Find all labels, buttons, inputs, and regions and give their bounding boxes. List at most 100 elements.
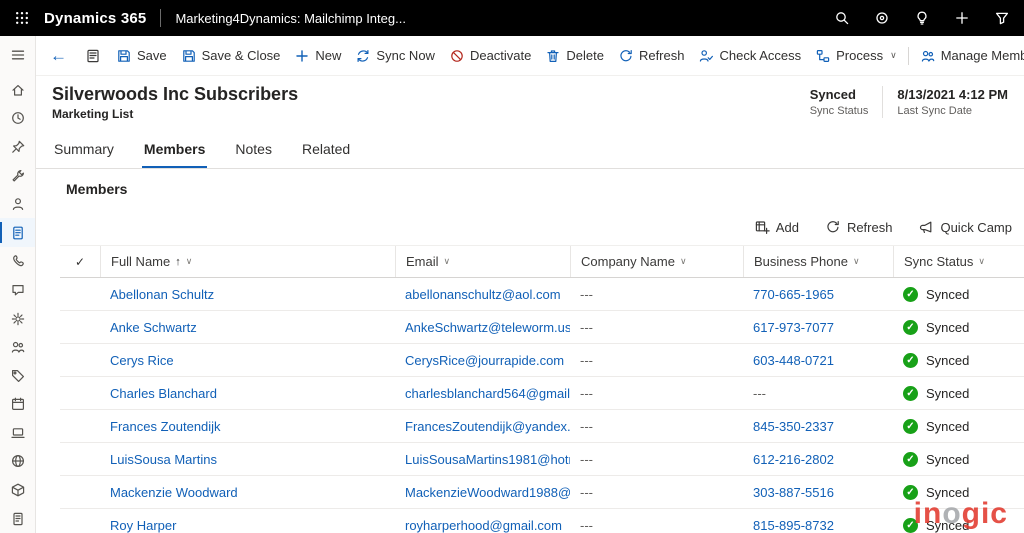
record-header: Silverwoods Inc Subscribers Marketing Li… [36, 76, 1024, 128]
column-header-business-phone[interactable]: Business Phone ∨ [743, 246, 893, 277]
synced-check-icon: ✓ [903, 485, 918, 500]
email-link[interactable]: MackenzieWoodward1988@outlo [405, 485, 570, 500]
sidebar-item-tags[interactable] [0, 361, 35, 390]
business-phone-link[interactable]: 770-665-1965 [753, 287, 834, 302]
business-phone-link[interactable]: 617-973-7077 [753, 320, 834, 335]
search-icon[interactable] [834, 10, 850, 26]
deactivate-button[interactable]: Deactivate [442, 41, 538, 71]
back-arrow-icon[interactable]: ← [44, 47, 77, 64]
email-link[interactable]: abellonanschultz@aol.com [405, 287, 561, 302]
form-editor-icon[interactable] [77, 41, 109, 71]
business-phone-cell: 770-665-1965 [743, 287, 893, 302]
business-phone-link[interactable]: 603-448-0721 [753, 353, 834, 368]
full-name-cell: LuisSousa Martins [100, 452, 395, 467]
full-name-link[interactable]: LuisSousa Martins [110, 452, 217, 467]
app-launcher-waffle-icon[interactable] [0, 0, 44, 36]
add-button[interactable]: Add [744, 213, 809, 241]
last-sync-date-field: 8/13/2021 4:12 PM Last Sync Date [897, 87, 1008, 117]
sidebar-item-devices[interactable] [0, 419, 35, 448]
sidebar-item-chat[interactable] [0, 276, 35, 305]
email-cell: abellonanschultz@aol.com [395, 287, 570, 302]
full-name-link[interactable]: Roy Harper [110, 518, 176, 533]
full-name-link[interactable]: Charles Blanchard [110, 386, 217, 401]
email-link[interactable]: charlesblanchard564@gmail.com [405, 386, 570, 401]
table-row[interactable]: LuisSousa Martins LuisSousaMartins1981@h… [60, 443, 1024, 476]
tab-summary[interactable]: Summary [52, 141, 116, 168]
sidebar-item-recent[interactable] [0, 104, 35, 133]
sidebar-item-package[interactable] [0, 476, 35, 505]
sync-status-cell: ✓ Synced [893, 452, 1024, 467]
refresh-button[interactable]: Refresh [611, 41, 692, 71]
table-row[interactable]: Cerys Rice CerysRice@jourrapide.com --- … [60, 344, 1024, 377]
business-phone-link[interactable]: 815-895-8732 [753, 518, 834, 533]
subgrid-refresh-label: Refresh [847, 220, 893, 235]
process-button[interactable]: Process ∨ [808, 41, 904, 71]
product-name[interactable]: Dynamics 365 [44, 10, 146, 27]
sort-ascending-icon: ↑ [175, 256, 181, 268]
tab-members[interactable]: Members [142, 141, 207, 168]
sync-status-cell: ✓ Synced [893, 419, 1024, 434]
email-link[interactable]: FrancesZoutendijk@yandex.com. [405, 419, 570, 434]
quick-campaign-button[interactable]: Quick Camp [908, 213, 1022, 241]
table-row[interactable]: Roy Harper royharperhood@gmail.com --- 8… [60, 509, 1024, 533]
column-header-full-name[interactable]: Full Name ↑ ∨ [100, 246, 395, 277]
check-access-button[interactable]: Check Access [691, 41, 808, 71]
sidebar-item-web[interactable] [0, 447, 35, 476]
new-button[interactable]: New [287, 41, 348, 71]
column-header-email[interactable]: Email ∨ [395, 246, 570, 277]
target-icon[interactable] [874, 10, 890, 26]
full-name-link[interactable]: Mackenzie Woodward [110, 485, 238, 500]
app-name[interactable]: Marketing4Dynamics: Mailchimp Integ... [175, 11, 405, 26]
save-button[interactable]: Save [109, 41, 174, 71]
full-name-link[interactable]: Anke Schwartz [110, 320, 197, 335]
sidebar-item-home[interactable] [0, 75, 35, 104]
column-header-sync-status[interactable]: Sync Status ∨ [893, 246, 1024, 277]
tab-notes[interactable]: Notes [233, 141, 274, 168]
full-name-link[interactable]: Cerys Rice [110, 353, 174, 368]
synced-check-icon: ✓ [903, 320, 918, 335]
business-phone-link[interactable]: 845-350-2337 [753, 419, 834, 434]
sync-now-button[interactable]: Sync Now [348, 41, 442, 71]
sidebar-item-settings-gear-icon[interactable] [0, 304, 35, 333]
table-row[interactable]: Abellonan Schultz abellonanschultz@aol.c… [60, 278, 1024, 311]
full-name-link[interactable]: Abellonan Schultz [110, 287, 214, 302]
email-cell: LuisSousaMartins1981@hotmail.c [395, 452, 570, 467]
table-row[interactable]: Charles Blanchard charlesblanchard564@gm… [60, 377, 1024, 410]
sidebar-item-tools[interactable] [0, 161, 35, 190]
select-all-checkmark-icon[interactable]: ✓ [60, 246, 100, 277]
table-row[interactable]: Frances Zoutendijk FrancesZoutendijk@yan… [60, 410, 1024, 443]
sidebar-item-pinned[interactable] [0, 133, 35, 162]
sidebar-item-marketing-lists[interactable] [0, 218, 35, 247]
chevron-down-icon: ∨ [186, 256, 193, 267]
business-phone-link[interactable]: 612-216-2802 [753, 452, 834, 467]
delete-button[interactable]: Delete [538, 41, 611, 71]
sitemap-toggle-hamburger-icon[interactable] [0, 36, 35, 73]
sidebar-item-phone-calls[interactable] [0, 247, 35, 276]
sidebar-item-notes[interactable] [0, 504, 35, 533]
subgrid-refresh-button[interactable]: Refresh [815, 213, 903, 241]
email-link[interactable]: LuisSousaMartins1981@hotmail.c [405, 452, 570, 467]
lightbulb-icon[interactable] [914, 10, 930, 26]
column-header-company-name[interactable]: Company Name ∨ [570, 246, 743, 277]
sync-status-text: Synced [926, 452, 969, 467]
page-title: Silverwoods Inc Subscribers [52, 83, 298, 105]
email-link[interactable]: AnkeSchwartz@teleworm.us [405, 320, 570, 335]
full-name-link[interactable]: Frances Zoutendijk [110, 419, 221, 434]
sync-status-cell: ✓ Synced [893, 485, 1024, 500]
plus-icon[interactable] [954, 10, 970, 26]
sidebar-item-contacts[interactable] [0, 190, 35, 219]
tab-related[interactable]: Related [300, 141, 352, 168]
email-link[interactable]: CerysRice@jourrapide.com [405, 353, 564, 368]
sidebar-item-teams[interactable] [0, 333, 35, 362]
new-label: New [315, 48, 341, 63]
filter-icon[interactable] [994, 10, 1010, 26]
table-row[interactable]: Mackenzie Woodward MackenzieWoodward1988… [60, 476, 1024, 509]
save-and-close-button[interactable]: Save & Close [174, 41, 288, 71]
grid-header-row: ✓ Full Name ↑ ∨ Email ∨ Company Name [60, 245, 1024, 278]
business-phone-link[interactable]: 303-887-5516 [753, 485, 834, 500]
sync-status-cell: ✓ Synced [893, 353, 1024, 368]
manage-members-button[interactable]: Manage Members [913, 41, 1024, 71]
sidebar-item-calendar[interactable] [0, 390, 35, 419]
email-link[interactable]: royharperhood@gmail.com [405, 518, 562, 533]
table-row[interactable]: Anke Schwartz AnkeSchwartz@teleworm.us -… [60, 311, 1024, 344]
